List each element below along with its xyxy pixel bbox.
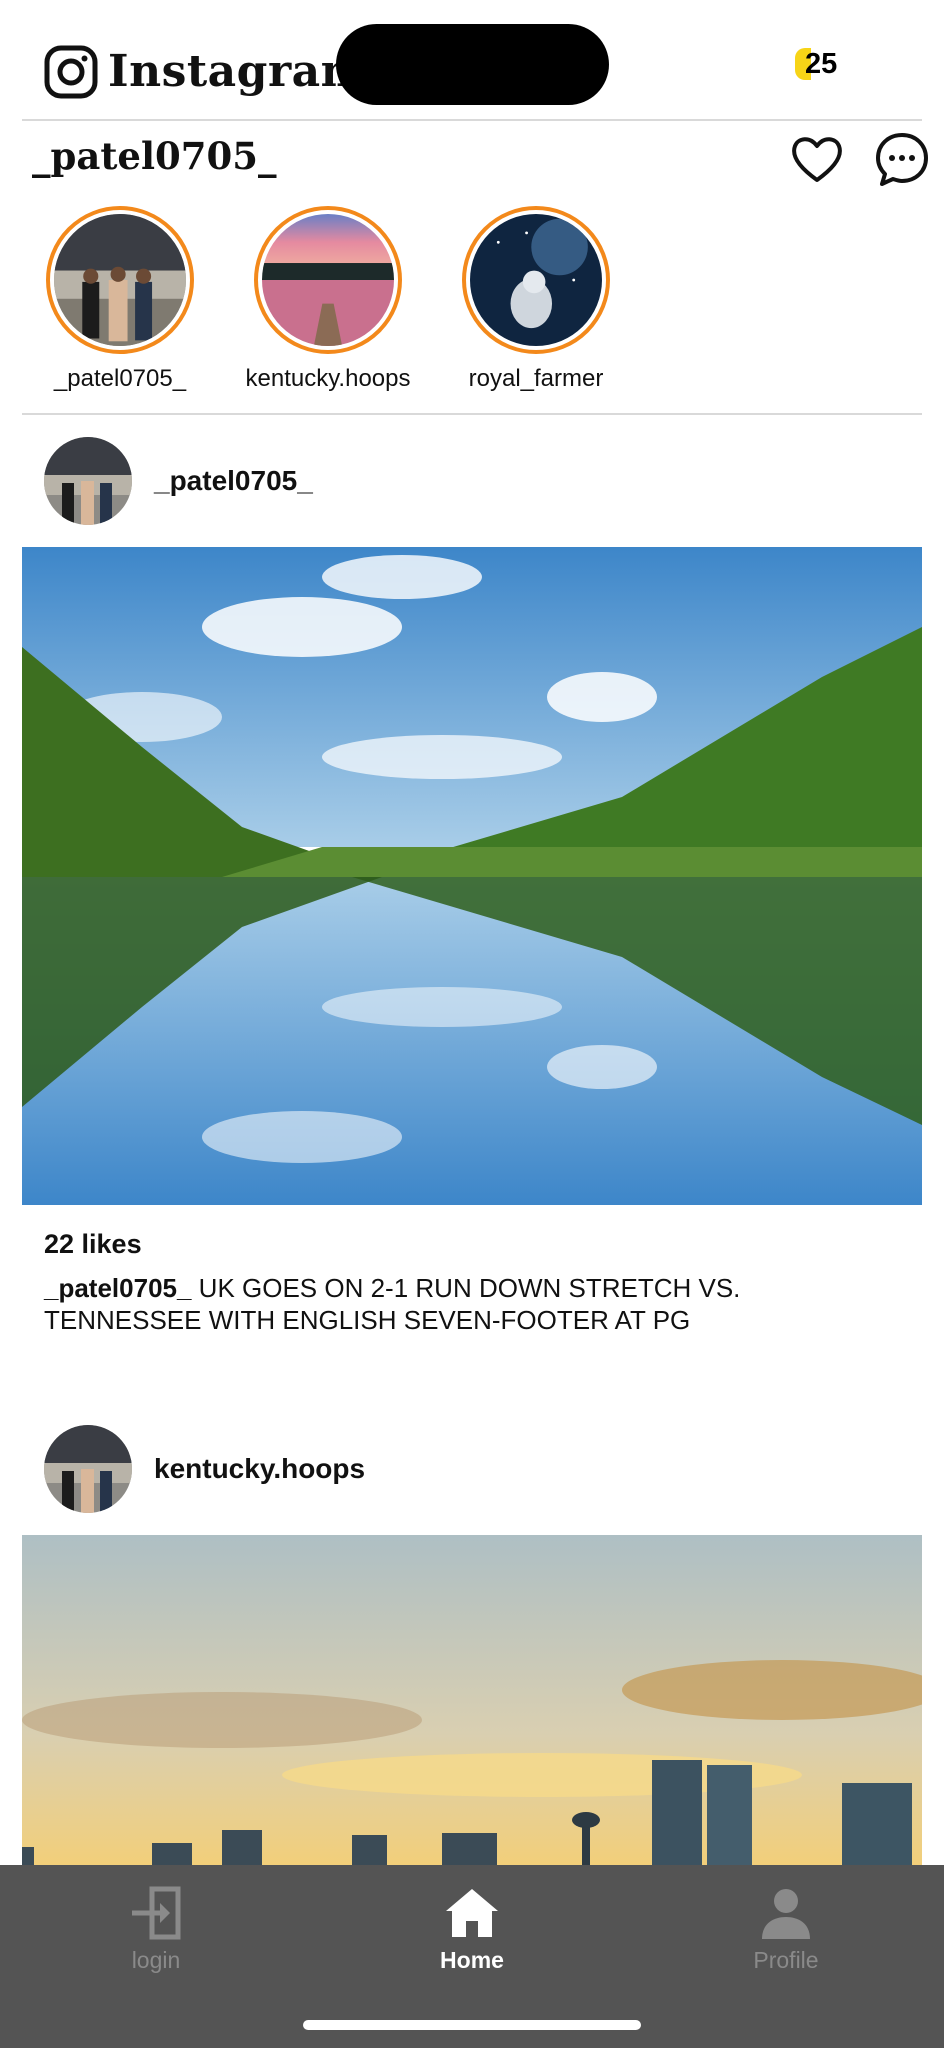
divider — [22, 119, 922, 121]
story-item[interactable]: _patel0705_ — [30, 206, 210, 394]
story-username: kentucky.hoops — [245, 365, 411, 392]
post-image — [22, 1535, 922, 1865]
top-bar: Instagram 25 — [0, 0, 944, 120]
post-username[interactable]: _patel0705_ — [154, 463, 313, 499]
avatar[interactable] — [44, 1425, 132, 1513]
post-header: kentucky.hoops — [0, 1425, 944, 1515]
post-caption: _patel0705_ UK GOES ON 2-1 RUN DOWN STRE… — [44, 1272, 904, 1336]
post-username[interactable]: kentucky.hoops — [154, 1451, 365, 1487]
battery-level: 25 — [805, 48, 838, 80]
home-indicator[interactable] — [303, 2020, 641, 2030]
story-username: _patel0705_ — [53, 365, 187, 392]
avatar[interactable] — [44, 437, 132, 525]
avatar — [262, 214, 394, 346]
post-image — [22, 547, 922, 1205]
story-ring — [46, 206, 194, 354]
story-ring — [254, 206, 402, 354]
story-item[interactable]: kentucky.hoops — [238, 206, 418, 394]
post-header: _patel0705_ — [0, 437, 944, 527]
instagram-logo-icon — [44, 45, 98, 99]
avatar — [54, 214, 186, 346]
nav-home-label: Home — [440, 1947, 504, 1973]
avatar — [470, 214, 602, 346]
nav-login[interactable]: login — [76, 1883, 236, 1975]
profile-username-title: _patel0705_ — [32, 134, 277, 178]
heart-icon[interactable] — [788, 130, 846, 188]
nav-login-label: login — [131, 1947, 181, 1973]
divider — [22, 413, 922, 415]
story-item[interactable]: royal_farmer — [446, 206, 626, 394]
camera-notch — [336, 24, 609, 105]
app-title: Instagram — [108, 46, 368, 97]
nav-home[interactable]: Home — [392, 1883, 552, 1975]
login-icon — [132, 1886, 181, 1940]
likes-count: 22 likes — [44, 1229, 142, 1259]
home-icon — [446, 1889, 498, 1937]
story-ring — [462, 206, 610, 354]
caption-username[interactable]: _patel0705_ — [44, 1273, 191, 1303]
stories-row: _patel0705_ kentucky.hoops royal_farmer — [0, 206, 944, 406]
message-bubble-icon[interactable] — [873, 130, 931, 188]
person-icon — [762, 1889, 810, 1939]
nav-profile-label: Profile — [753, 1947, 819, 1973]
story-username: royal_farmer — [468, 365, 604, 392]
nav-profile[interactable]: Profile — [706, 1883, 866, 1975]
